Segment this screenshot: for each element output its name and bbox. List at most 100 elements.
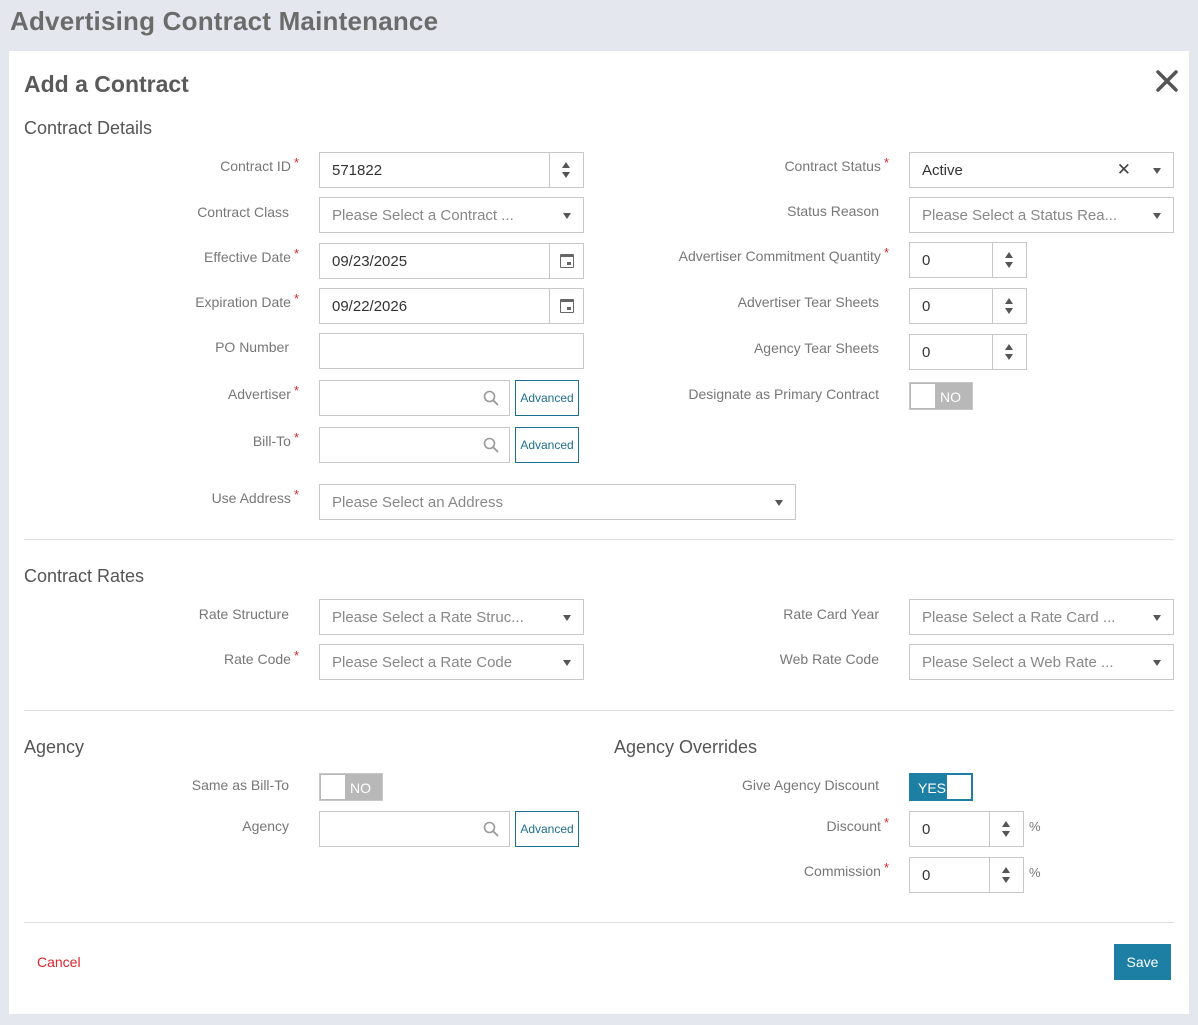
- rate-code-select[interactable]: Please Select a Rate Code: [319, 644, 584, 680]
- agency-tear-sheets-stepper[interactable]: [992, 335, 1026, 369]
- contract-status-label: Contract Status *: [784, 155, 889, 174]
- increment-icon[interactable]: [1005, 252, 1013, 258]
- status-reason-select[interactable]: Please Select a Status Rea...: [909, 197, 1174, 233]
- use-address-placeholder: Please Select an Address: [332, 494, 503, 511]
- discount-input[interactable]: 0: [909, 811, 1024, 847]
- rate-card-year-label: Rate Card Year: [783, 606, 879, 622]
- advertiser-commitment-quantity-stepper[interactable]: [992, 243, 1026, 277]
- rate-code-label: Rate Code *: [224, 648, 299, 667]
- expiration-date-input[interactable]: 09/22/2026: [319, 288, 584, 324]
- search-icon[interactable]: [483, 390, 499, 406]
- agency-label: Agency: [242, 818, 289, 834]
- decrement-icon[interactable]: [562, 172, 570, 178]
- contract-rates-title: Contract Rates: [24, 566, 145, 586]
- give-agency-discount-toggle[interactable]: YES: [909, 773, 973, 801]
- agency-tear-sheets-label: Agency Tear Sheets: [753, 340, 879, 356]
- bill-to-label: Bill-To *: [252, 430, 299, 449]
- rate-code-placeholder: Please Select a Rate Code: [332, 654, 513, 671]
- advertiser-commitment-quantity-label: Advertiser Commitment Quantity *: [678, 245, 889, 264]
- advertiser-tear-sheets-value: 0: [922, 298, 931, 315]
- effective-date-input[interactable]: 09/23/2025: [319, 243, 584, 279]
- rate-card-year-placeholder: Please Select a Rate Card ...: [922, 609, 1116, 626]
- rate-structure-select[interactable]: Please Select a Rate Struc...: [319, 599, 584, 635]
- decrement-icon[interactable]: [1002, 831, 1010, 837]
- use-address-label: Use Address *: [211, 487, 299, 506]
- contract-id-stepper[interactable]: [549, 153, 583, 187]
- toggle-state: NO: [940, 389, 961, 405]
- po-number-label: PO Number: [215, 339, 289, 355]
- increment-icon[interactable]: [1005, 344, 1013, 350]
- search-icon[interactable]: [483, 437, 499, 453]
- effective-date-label: Effective Date *: [204, 246, 299, 265]
- increment-icon[interactable]: [562, 162, 570, 168]
- contract-status-value: Active: [922, 162, 963, 179]
- same-as-bill-to-toggle[interactable]: NO: [319, 773, 383, 801]
- agency-tear-sheets-value: 0: [922, 344, 931, 361]
- toggle-knob: [321, 775, 345, 799]
- decrement-icon[interactable]: [1005, 354, 1013, 360]
- contract-status-select[interactable]: Active ✕: [909, 152, 1174, 188]
- agency-search-input[interactable]: [319, 811, 510, 847]
- divider: [24, 710, 1174, 711]
- increment-icon[interactable]: [1005, 298, 1013, 304]
- status-reason-label: Status Reason: [787, 203, 879, 219]
- effective-date-value: 09/23/2025: [332, 253, 408, 270]
- clear-icon[interactable]: ✕: [1117, 160, 1131, 180]
- bill-to-advanced-button[interactable]: Advanced: [515, 427, 579, 463]
- search-icon[interactable]: [483, 821, 499, 837]
- advertiser-advanced-button[interactable]: Advanced: [515, 380, 579, 416]
- advertiser-tear-sheets-input[interactable]: 0: [909, 288, 1027, 324]
- calendar-icon[interactable]: [560, 299, 574, 313]
- close-icon[interactable]: [1155, 69, 1179, 93]
- advertiser-search-input[interactable]: [319, 380, 510, 416]
- discount-value: 0: [922, 821, 931, 838]
- web-rate-code-select[interactable]: Please Select a Web Rate ...: [909, 644, 1174, 680]
- agency-overrides-title: Agency Overrides: [614, 737, 758, 757]
- contract-details-title: Contract Details: [24, 118, 153, 138]
- advertiser-tear-sheets-label: Advertiser Tear Sheets: [737, 294, 879, 310]
- po-number-input[interactable]: [319, 333, 584, 369]
- agency-tear-sheets-input[interactable]: 0: [909, 334, 1027, 370]
- decrement-icon[interactable]: [1005, 308, 1013, 314]
- discount-label: Discount *: [826, 815, 889, 834]
- save-button[interactable]: Save: [1114, 944, 1171, 980]
- use-address-select[interactable]: Please Select an Address: [319, 484, 796, 520]
- commission-input[interactable]: 0: [909, 857, 1024, 893]
- modal-title: Add a Contract: [24, 71, 189, 97]
- contract-class-select[interactable]: Please Select a Contract ...: [319, 197, 584, 233]
- chevron-down-icon: [563, 615, 571, 621]
- agency-title: Agency: [24, 737, 85, 757]
- decrement-icon[interactable]: [1005, 262, 1013, 268]
- page-title: Advertising Contract Maintenance: [10, 6, 439, 36]
- advertiser-tear-sheets-stepper[interactable]: [992, 289, 1026, 323]
- divider: [24, 922, 1174, 923]
- effective-date-picker[interactable]: [549, 244, 583, 278]
- designate-primary-toggle[interactable]: NO: [909, 382, 973, 410]
- chevron-down-icon: [775, 500, 783, 506]
- bill-to-search-input[interactable]: [319, 427, 510, 463]
- cancel-button[interactable]: Cancel: [37, 954, 81, 970]
- advertiser-commitment-quantity-input[interactable]: 0: [909, 242, 1027, 278]
- contract-class-label: Contract Class: [197, 204, 289, 220]
- commission-unit: %: [1029, 865, 1041, 880]
- agency-advanced-button[interactable]: Advanced: [515, 811, 579, 847]
- commission-value: 0: [922, 867, 931, 884]
- chevron-down-icon: [1153, 213, 1161, 219]
- advertiser-label: Advertiser *: [227, 383, 299, 402]
- status-reason-placeholder: Please Select a Status Rea...: [922, 207, 1117, 224]
- increment-icon[interactable]: [1002, 821, 1010, 827]
- commission-stepper[interactable]: [989, 858, 1023, 892]
- calendar-icon[interactable]: [560, 254, 574, 268]
- rate-card-year-select[interactable]: Please Select a Rate Card ...: [909, 599, 1174, 635]
- designate-primary-label: Designate as Primary Contract: [688, 386, 879, 402]
- contract-class-placeholder: Please Select a Contract ...: [332, 207, 514, 224]
- web-rate-code-label: Web Rate Code: [779, 651, 879, 667]
- contract-id-input[interactable]: 571822: [319, 152, 584, 188]
- increment-icon[interactable]: [1002, 867, 1010, 873]
- decrement-icon[interactable]: [1002, 877, 1010, 883]
- divider: [24, 539, 1174, 540]
- expiration-date-picker[interactable]: [549, 289, 583, 323]
- expiration-date-value: 09/22/2026: [332, 298, 408, 315]
- chevron-down-icon: [563, 660, 571, 666]
- discount-stepper[interactable]: [989, 812, 1023, 846]
